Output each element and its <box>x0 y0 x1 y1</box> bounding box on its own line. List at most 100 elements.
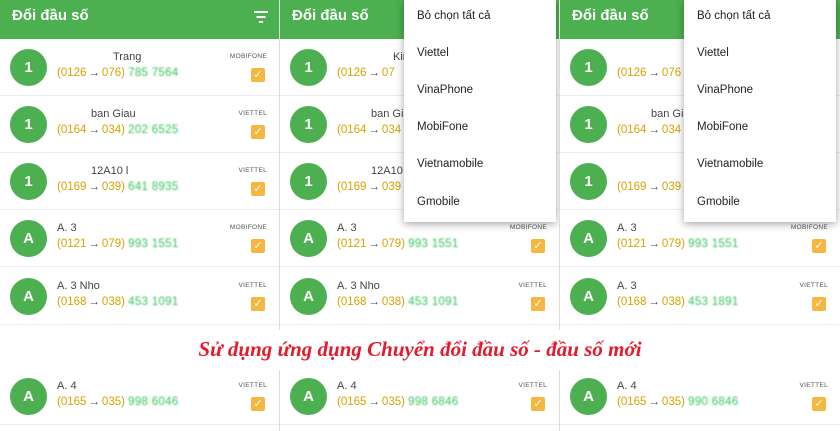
select-checkbox[interactable]: ✓ <box>812 239 826 253</box>
menu-item-carrier[interactable]: Viettel <box>417 47 449 59</box>
arrow-right-icon: → <box>648 124 660 136</box>
number-conversion: (0165 → 035) 998 6046 <box>57 396 179 408</box>
carrier-label: MOBIFONE <box>790 224 828 231</box>
menu-item-carrier[interactable]: Gmobile <box>417 196 460 208</box>
select-checkbox[interactable]: ✓ <box>812 297 826 311</box>
menu-item-carrier[interactable]: Vietnamobile <box>417 158 483 170</box>
number-conversion: (0165 → 035) 990 6846 <box>617 396 739 408</box>
select-checkbox[interactable]: ✓ <box>531 239 545 253</box>
number-conversion: (0126 → 076) 785 7564 <box>57 67 179 79</box>
number-conversion: (0121 → 079) 993 1551 <box>57 238 179 250</box>
contact-row[interactable]: A A. 3 Nho (0168 → 038) 453 1091 VIETTEL ✓ <box>0 268 279 325</box>
select-checkbox[interactable]: ✓ <box>251 68 265 82</box>
contact-name: 12A10 l <box>91 165 129 177</box>
avatar: A <box>290 220 327 257</box>
select-checkbox[interactable]: ✓ <box>531 297 545 311</box>
menu-item-deselect-all[interactable]: Bỏ chọn tất cả <box>417 10 491 22</box>
menu-item-carrier[interactable]: MobiFone <box>417 121 468 133</box>
arrow-right-icon: → <box>368 181 380 193</box>
contact-row[interactable]: A A. 4 (0165 → 035) 998 6846 VIETTEL ✓ <box>280 368 559 425</box>
carrier-label: VIETTEL <box>238 282 267 289</box>
new-prefix: 038) <box>661 296 685 308</box>
carrier-label: MOBIFONE <box>229 53 267 60</box>
arrow-right-icon: → <box>88 124 100 136</box>
old-prefix: (0126 <box>337 67 367 79</box>
avatar: A <box>10 378 47 415</box>
contact-name: A. 3 <box>337 222 357 234</box>
carrier-label: VIETTEL <box>518 382 547 389</box>
contact-row[interactable]: 1 Trang (0126 → 076) 785 7564 MOBIFONE ✓ <box>0 39 279 96</box>
phone-number-tail: 990 6846 <box>688 396 739 408</box>
contact-name: A. 3 <box>57 222 77 234</box>
new-prefix: 038) <box>381 296 405 308</box>
avatar: A <box>10 220 47 257</box>
old-prefix: (0168 <box>617 296 647 308</box>
carrier-label: VIETTEL <box>799 282 828 289</box>
app-title: Đổi đầu số <box>292 7 369 24</box>
contact-row[interactable]: A A. 3 (0121 → 079) 993 1551 MOBIFONE ✓ <box>0 210 279 267</box>
menu-item-carrier[interactable]: Gmobile <box>697 196 740 208</box>
avatar: A <box>570 220 607 257</box>
new-prefix: 035) <box>381 396 405 408</box>
menu-item-carrier[interactable]: Vietnamobile <box>697 158 763 170</box>
menu-item-carrier[interactable]: VinaPhone <box>697 84 753 96</box>
avatar: A <box>570 278 607 315</box>
phone-number-tail: 785 7564 <box>128 67 179 79</box>
arrow-right-icon: → <box>368 238 380 250</box>
contact-row[interactable]: A A. 3 Nho (0168 → 038) 453 1091 VIETTEL ✓ <box>280 268 559 325</box>
phone-number-tail: 993 1551 <box>408 238 459 250</box>
avatar: 1 <box>10 49 47 86</box>
contact-row[interactable]: A A. 4 (0165 → 035) 998 6046 VIETTEL ✓ <box>0 368 279 425</box>
select-checkbox[interactable]: ✓ <box>251 125 265 139</box>
caption-text: Sử dụng ứng dụng Chuyển đổi đầu số - đầu… <box>198 337 642 361</box>
arrow-right-icon: → <box>648 296 660 308</box>
carrier-label: MOBIFONE <box>229 224 267 231</box>
phone-number-tail: 453 1891 <box>688 296 739 308</box>
contact-row[interactable]: 1 ban Giau (0164 → 034) 202 6525 VIETTEL ✓ <box>0 96 279 153</box>
number-conversion: (0121 → 079) 993 1551 <box>617 238 739 250</box>
old-prefix: (0126 <box>617 67 647 79</box>
arrow-right-icon: → <box>88 296 100 308</box>
app-title: Đổi đầu số <box>12 7 89 24</box>
old-prefix: (0164 <box>617 124 647 136</box>
filter-icon[interactable] <box>253 10 269 24</box>
contact-row[interactable]: A A. 3 (0168 → 038) 453 1891 VIETTEL ✓ <box>560 268 840 325</box>
contact-row[interactable]: 1 12A10 l (0169 → 039) 641 8935 VIETTEL ✓ <box>0 153 279 210</box>
contact-name: A. 3 Nho <box>57 280 100 292</box>
new-prefix: 039 <box>381 181 402 193</box>
menu-item-carrier[interactable]: Viettel <box>697 47 729 59</box>
menu-item-carrier[interactable]: MobiFone <box>697 121 748 133</box>
carrier-filter-menu: Bỏ chọn tất cả Viettel VinaPhone MobiFone Vi… <box>404 0 556 222</box>
menu-item-carrier[interactable]: VinaPhone <box>417 84 473 96</box>
avatar: 1 <box>290 163 327 200</box>
new-prefix: 034 <box>381 124 402 136</box>
phone-number-tail: 998 6846 <box>408 396 459 408</box>
old-prefix: (0121 <box>617 238 647 250</box>
old-prefix: (0169 <box>617 181 647 193</box>
menu-item-deselect-all[interactable]: Bỏ chọn tất cả <box>697 10 771 22</box>
select-checkbox[interactable]: ✓ <box>812 397 826 411</box>
arrow-right-icon: → <box>368 396 380 408</box>
caption-banner: Sử dụng ứng dụng Chuyển đổi đầu số - đầu… <box>0 330 840 370</box>
new-prefix: 076 <box>661 67 682 79</box>
arrow-right-icon: → <box>648 67 660 79</box>
avatar: A <box>290 278 327 315</box>
contact-name: A. 4 <box>337 380 357 392</box>
select-checkbox[interactable]: ✓ <box>251 239 265 253</box>
contact-row[interactable]: A A. 4 (0165 → 035) 990 6846 VIETTEL ✓ <box>560 368 840 425</box>
select-checkbox[interactable]: ✓ <box>531 397 545 411</box>
contact-name: ban Gia <box>371 108 410 120</box>
carrier-filter-menu: Bỏ chọn tất cả Viettel VinaPhone MobiFone Vi… <box>684 0 836 222</box>
avatar: 1 <box>10 106 47 143</box>
old-prefix: (0126 <box>57 67 87 79</box>
old-prefix: (0168 <box>57 296 87 308</box>
select-checkbox[interactable]: ✓ <box>251 397 265 411</box>
phone-number-tail: 998 6046 <box>128 396 179 408</box>
arrow-right-icon: → <box>648 396 660 408</box>
number-conversion: (0169 → 039 <box>617 181 681 193</box>
select-checkbox[interactable]: ✓ <box>251 297 265 311</box>
number-conversion: (0126 → 076 <box>617 67 681 79</box>
number-conversion: (0121 → 079) 993 1551 <box>337 238 459 250</box>
contact-name: A. 3 Nho <box>337 280 380 292</box>
select-checkbox[interactable]: ✓ <box>251 182 265 196</box>
